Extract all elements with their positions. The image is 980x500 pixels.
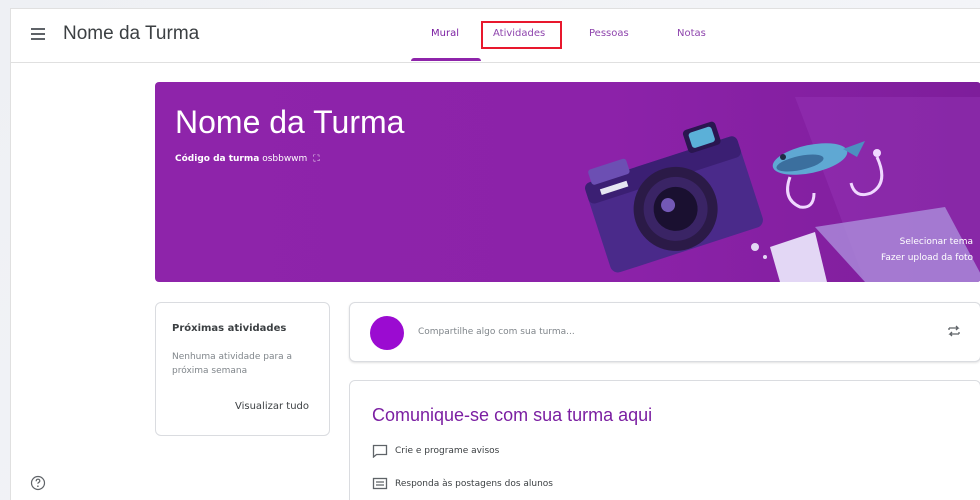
share-input[interactable]: Compartilhe algo com sua turma... [418, 327, 575, 337]
select-theme-link[interactable]: Selecionar tema [900, 237, 973, 247]
tab-mural[interactable]: Mural [431, 28, 459, 39]
tab-pessoas[interactable]: Pessoas [589, 28, 629, 39]
communicate-title: Comunique-se com sua turma aqui [372, 405, 653, 425]
upcoming-empty-text: Nenhuma atividade para a próxima semana [172, 352, 293, 376]
list-item-label: Crie e programe avisos [395, 446, 500, 456]
share-box[interactable]: Compartilhe algo com sua turma... [349, 302, 980, 362]
class-name: Nome da Turma [63, 23, 200, 44]
tab-notas-label: Notas [677, 28, 706, 39]
help-icon[interactable] [30, 475, 46, 491]
class-code-value: osbbwwm [262, 154, 308, 164]
list-item: Crie e programe avisos [372, 444, 500, 459]
banner-title: Nome da Turma [175, 104, 405, 140]
atividades-highlight-box [481, 21, 562, 49]
menu-icon[interactable] [31, 28, 45, 40]
class-code: Código da turma osbbwwm ⛶ [175, 154, 320, 164]
repost-icon[interactable] [946, 323, 962, 339]
avatar [370, 316, 404, 350]
class-code-label: Código da turma [175, 154, 260, 164]
tab-pessoas-label: Pessoas [589, 28, 629, 39]
top-app-bar: Nome da Turma Mural Atividades Pessoas N… [11, 9, 980, 63]
list-item-label: Responda às postagens dos alunos [395, 479, 553, 489]
upcoming-card: Próximas atividades Nenhuma atividade pa… [155, 302, 330, 436]
upcoming-title: Próximas atividades [172, 323, 287, 334]
tab-notas[interactable]: Notas [677, 28, 706, 39]
tab-mural-label: Mural [431, 28, 459, 39]
view-all-link[interactable]: Visualizar tudo [235, 401, 309, 412]
comment-icon [372, 444, 388, 459]
fullscreen-icon[interactable]: ⛶ [313, 154, 319, 164]
communicate-card: Comunique-se com sua turma aqui Crie e p… [349, 380, 980, 500]
chat-list-icon [372, 477, 388, 490]
classroom-window: Nome da Turma Mural Atividades Pessoas N… [10, 8, 980, 500]
class-banner: Nome da Turma Código da turma osbbwwm ⛶ [155, 82, 980, 282]
active-tab-indicator [411, 58, 481, 61]
list-item: Responda às postagens dos alunos [372, 477, 553, 491]
upload-photo-link[interactable]: Fazer upload da foto [881, 253, 973, 263]
